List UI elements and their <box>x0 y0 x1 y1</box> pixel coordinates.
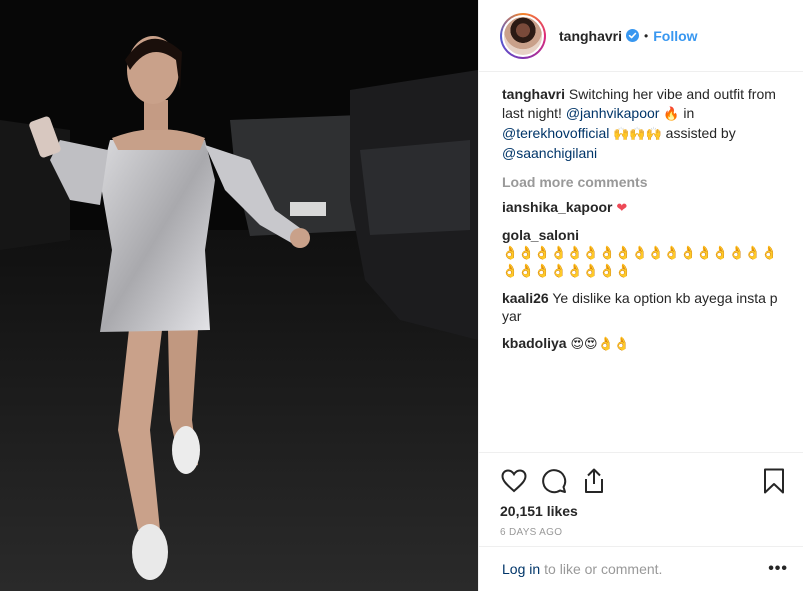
login-prompt-text: to like or comment. <box>544 561 663 577</box>
post-photo-art <box>0 0 478 591</box>
likes-count[interactable]: 20,151 likes <box>500 503 788 519</box>
action-icon-row <box>500 461 788 501</box>
post-actions: 20,151 likes 6 DAYS AGO <box>479 452 803 538</box>
comment-username[interactable]: kaali26 <box>502 290 549 306</box>
load-more-comments-button[interactable]: Load more comments <box>502 174 782 190</box>
login-link[interactable]: Log in <box>502 561 540 577</box>
comment-text: 😍😍👌👌 <box>570 336 630 352</box>
mention-saanchigilani[interactable]: @saanchigilani <box>502 145 597 161</box>
post-caption: tanghavri Switching her vibe and outfit … <box>502 85 782 162</box>
share-icon[interactable] <box>580 467 608 495</box>
post-timestamp[interactable]: 6 DAYS AGO <box>500 527 788 538</box>
follow-button[interactable]: Follow <box>653 28 697 44</box>
header-separator: • <box>644 28 649 43</box>
comment-username[interactable]: kbadoliya <box>502 335 567 351</box>
caption-text-2: in <box>679 104 695 121</box>
caption-text-3: assisted by <box>661 124 736 141</box>
caption-author[interactable]: tanghavri <box>502 86 565 102</box>
post-side-panel: tanghavri • Follow tanghavri Switching h… <box>478 0 803 591</box>
post-footer: Log in to like or comment. ••• <box>479 546 803 591</box>
post-header: tanghavri • Follow <box>479 0 803 72</box>
comment-item: kbadoliya 😍😍👌👌 <box>502 334 782 354</box>
comment-username[interactable]: gola_saloni <box>502 227 579 243</box>
fire-emoji-1: 🔥 <box>663 106 680 122</box>
comment-item: gola_saloni 👌👌👌👌👌👌👌👌👌👌👌👌👌👌👌👌👌👌👌👌👌👌👌👌👌 <box>502 226 782 281</box>
mention-janhvikapoor[interactable]: @janhvikapoor <box>566 105 660 121</box>
comment-item: kaali26 Ye dislike ka option kb ayega in… <box>502 289 782 326</box>
comments-section: tanghavri Switching her vibe and outfit … <box>479 72 803 354</box>
verified-badge-icon <box>626 29 640 42</box>
bookmark-icon[interactable] <box>760 467 788 495</box>
comment-bubble-icon[interactable] <box>540 467 568 495</box>
author-username[interactable]: tanghavri <box>559 28 622 44</box>
more-options-icon[interactable]: ••• <box>768 560 788 578</box>
post-photo[interactable] <box>0 0 478 591</box>
comment-text: ❤ <box>616 201 628 216</box>
scream-emojis: 🙌🙌🙌 <box>613 126 662 142</box>
mention-terekhovofficial[interactable]: @terekhovofficial <box>502 125 609 141</box>
comment-username[interactable]: ianshika_kapoor <box>502 199 613 215</box>
comment-text: 👌👌👌👌👌👌👌👌👌👌👌👌👌👌👌👌👌👌👌👌👌👌👌👌👌 <box>502 245 778 279</box>
author-avatar-image <box>502 14 544 57</box>
comment-item: ianshika_kapoor ❤ <box>502 198 782 218</box>
author-avatar[interactable] <box>500 12 546 59</box>
heart-icon[interactable] <box>500 467 528 495</box>
